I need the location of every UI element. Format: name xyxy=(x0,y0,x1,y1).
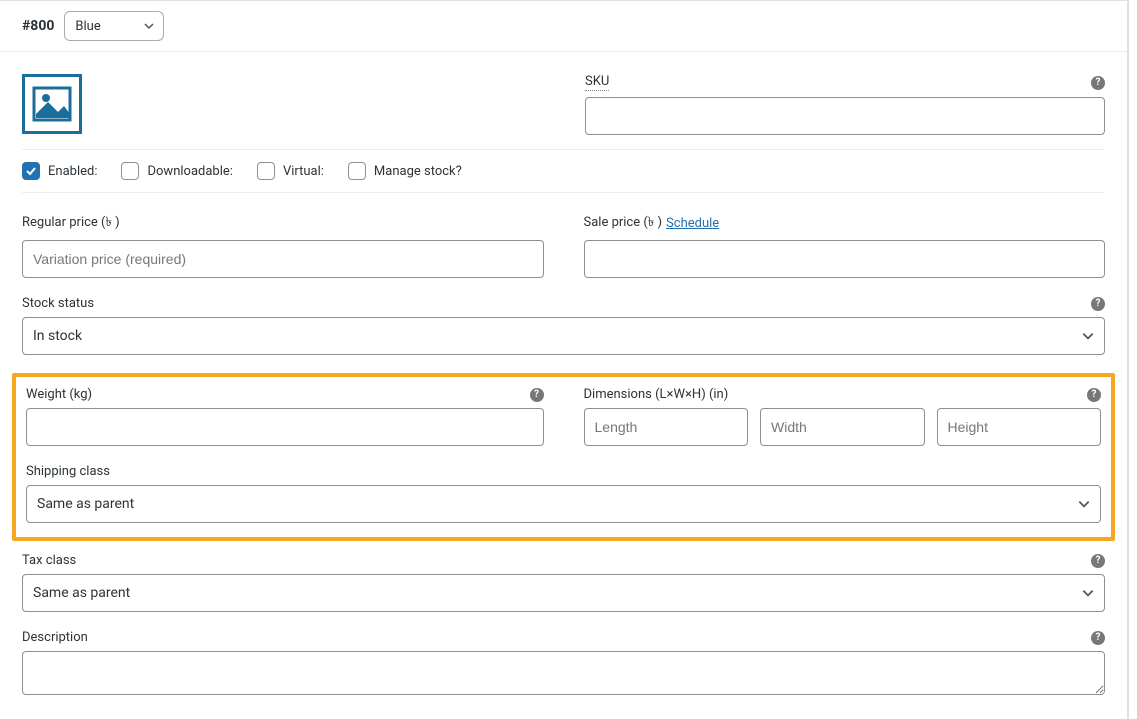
image-placeholder-icon xyxy=(32,84,72,124)
variation-id: #800 xyxy=(22,18,54,34)
weight-help-icon[interactable]: ? xyxy=(530,388,544,402)
manage-stock-checkbox[interactable] xyxy=(348,162,366,180)
attribute-select-value: Blue xyxy=(75,19,100,34)
width-input[interactable] xyxy=(760,408,925,446)
virtual-checkbox[interactable] xyxy=(257,162,275,180)
sku-help-icon[interactable]: ? xyxy=(1091,76,1105,90)
sale-price-input[interactable] xyxy=(584,240,1106,278)
tax-class-help-icon[interactable]: ? xyxy=(1091,554,1105,568)
options-checkbox-row: Enabled: Downloadable: Virtual: Manage s… xyxy=(22,149,1105,193)
weight-label: Weight (kg) xyxy=(26,387,92,402)
sale-price-label: Sale price (৳ ) xyxy=(584,213,663,234)
stock-status-select[interactable]: In stock xyxy=(22,317,1105,355)
enabled-label: Enabled: xyxy=(48,164,97,179)
enabled-checkbox[interactable] xyxy=(22,162,40,180)
manage-stock-label: Manage stock? xyxy=(374,164,462,179)
description-textarea[interactable] xyxy=(22,651,1105,695)
shipping-class-value: Same as parent xyxy=(37,496,134,512)
dimensions-help-icon[interactable]: ? xyxy=(1087,388,1101,402)
shipping-class-select[interactable]: Same as parent xyxy=(26,485,1101,523)
manage-stock-checkbox-item[interactable]: Manage stock? xyxy=(348,162,462,180)
stock-status-label: Stock status xyxy=(22,296,94,311)
tax-class-select[interactable]: Same as parent xyxy=(22,574,1105,612)
stock-status-help-icon[interactable]: ? xyxy=(1091,297,1105,311)
description-label: Description xyxy=(22,630,88,645)
schedule-link[interactable]: Schedule xyxy=(666,216,719,231)
tax-class-label: Tax class xyxy=(22,553,76,568)
height-input[interactable] xyxy=(937,408,1102,446)
sku-label: SKU xyxy=(585,74,609,91)
virtual-checkbox-item[interactable]: Virtual: xyxy=(257,162,324,180)
regular-price-label: Regular price (৳ ) xyxy=(22,213,544,234)
virtual-label: Virtual: xyxy=(283,164,324,179)
length-input[interactable] xyxy=(584,408,749,446)
tax-class-value: Same as parent xyxy=(33,585,130,601)
chevron-down-icon xyxy=(143,20,155,32)
description-help-icon[interactable]: ? xyxy=(1091,631,1105,645)
sku-input[interactable] xyxy=(585,97,1105,135)
dimensions-label: Dimensions (L×W×H) (in) xyxy=(584,387,729,402)
variation-image-upload[interactable] xyxy=(22,74,82,134)
enabled-checkbox-item[interactable]: Enabled: xyxy=(22,162,97,180)
variation-header: #800 Blue xyxy=(0,1,1127,52)
downloadable-checkbox[interactable] xyxy=(121,162,139,180)
downloadable-checkbox-item[interactable]: Downloadable: xyxy=(121,162,232,180)
regular-price-input[interactable] xyxy=(22,240,544,278)
weight-input[interactable] xyxy=(26,408,544,446)
attribute-select[interactable]: Blue xyxy=(64,11,164,41)
shipping-highlight-section: Weight (kg) ? Dimensions (L×W×H) (in) ? xyxy=(12,373,1115,541)
downloadable-label: Downloadable: xyxy=(147,164,232,179)
stock-status-value: In stock xyxy=(33,328,82,344)
shipping-class-label: Shipping class xyxy=(26,464,1101,479)
